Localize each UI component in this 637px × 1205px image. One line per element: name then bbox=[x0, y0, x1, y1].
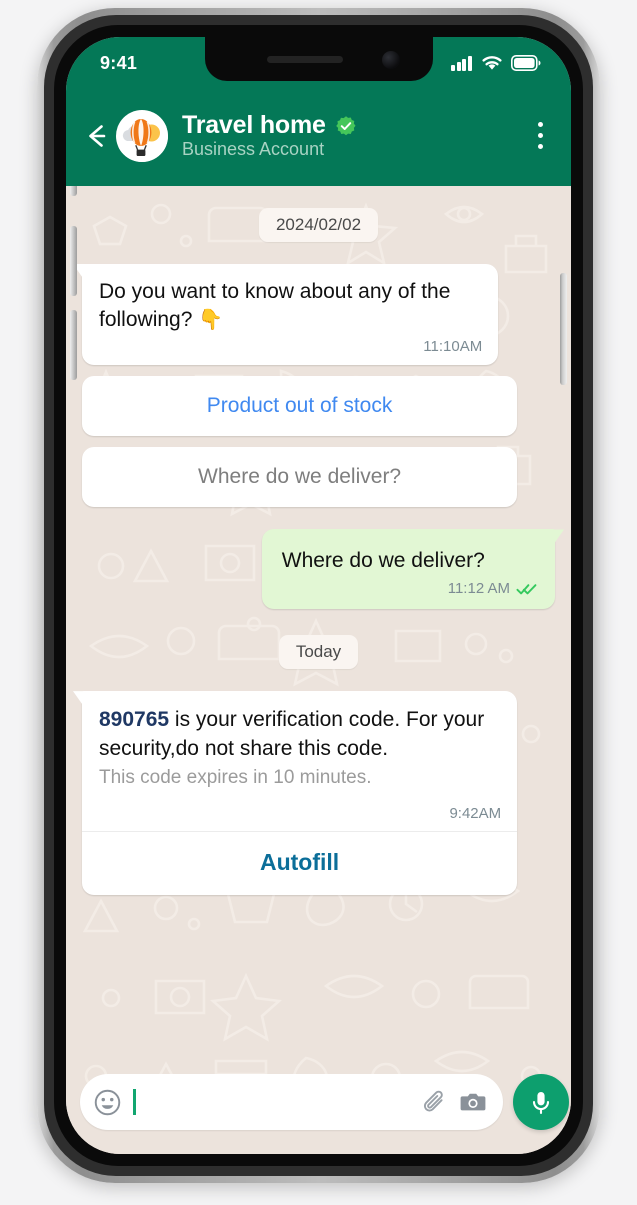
message-input[interactable] bbox=[145, 1074, 411, 1130]
phone-body: 9:41 Travel home Business Account 2024/0… bbox=[44, 15, 593, 1176]
composer-field-wrapper[interactable] bbox=[80, 1074, 503, 1130]
power-button[interactable] bbox=[560, 273, 567, 385]
chat-header: Travel home Business Account bbox=[66, 85, 571, 186]
wifi-icon bbox=[482, 55, 502, 70]
earpiece-speaker bbox=[266, 56, 343, 63]
verification-expiry-text: This code expires in 10 minutes. bbox=[99, 766, 372, 788]
autofill-button[interactable]: Autofill bbox=[82, 832, 517, 895]
text-cursor bbox=[133, 1089, 136, 1115]
page-subtitle: Business Account bbox=[182, 139, 325, 159]
date-separator: 2024/02/02 bbox=[82, 208, 555, 242]
message-bubble-incoming[interactable]: Do you want to know about any of the fol… bbox=[82, 264, 499, 366]
microphone-icon bbox=[532, 1092, 549, 1115]
header-text: Travel home Business Account bbox=[182, 111, 527, 160]
hot-air-balloon-avatar bbox=[116, 109, 168, 162]
date-chip-label: 2024/02/02 bbox=[258, 208, 379, 242]
phone-screen: 9:41 Travel home Business Account 2024/0… bbox=[66, 37, 571, 1154]
verification-main-text: 890765 is your verification code. For yo… bbox=[99, 708, 485, 760]
quick-reply-where-do-we-deliver[interactable]: Where do we deliver? bbox=[82, 447, 518, 508]
page-title: Travel home bbox=[182, 111, 326, 139]
status-time: 9:41 bbox=[100, 52, 138, 73]
message-meta: 11:12 AM bbox=[282, 580, 537, 597]
phone-notch bbox=[204, 37, 433, 81]
verification-time: 9:42AM bbox=[449, 804, 502, 822]
avatar[interactable] bbox=[116, 109, 168, 162]
verification-card-body: 890765 is your verification code. For yo… bbox=[82, 691, 517, 831]
message-meta: 11:10AM bbox=[99, 338, 482, 355]
overflow-menu-icon[interactable] bbox=[527, 122, 553, 149]
message-bubble-outgoing[interactable]: Where do we deliver? 11:12 AM bbox=[261, 529, 555, 610]
front-camera-icon bbox=[381, 51, 400, 69]
quick-reply-product-out-of-stock[interactable]: Product out of stock bbox=[82, 376, 518, 437]
message-text: Do you want to know about any of the fol… bbox=[99, 280, 451, 331]
date-chip-label: Today bbox=[278, 635, 359, 670]
battery-icon bbox=[511, 55, 541, 71]
emoji-smiley-icon[interactable] bbox=[94, 1089, 121, 1116]
quick-reply-row: Where do we deliver? bbox=[82, 447, 555, 508]
header-title-row: Travel home bbox=[182, 111, 527, 140]
back-arrow-icon[interactable] bbox=[80, 119, 114, 153]
chat-body: 2024/02/02 Do you want to know about any… bbox=[66, 186, 571, 1154]
cellular-signal-icon bbox=[451, 55, 473, 71]
message-composer-bar bbox=[66, 1066, 571, 1154]
phone-frame: 9:41 Travel home Business Account 2024/0… bbox=[37, 8, 600, 1183]
pointing-down-emoji-icon: 👇 bbox=[198, 308, 224, 331]
message-row-incoming: Do you want to know about any of the fol… bbox=[82, 264, 555, 366]
quick-reply-row: Product out of stock bbox=[82, 376, 555, 437]
status-icons bbox=[451, 55, 541, 72]
message-time: 11:10AM bbox=[423, 338, 483, 356]
message-list: 2024/02/02 Do you want to know about any… bbox=[66, 186, 571, 1066]
volume-up-button[interactable] bbox=[70, 226, 77, 296]
message-row-outgoing: Where do we deliver? 11:12 AM bbox=[82, 529, 555, 610]
message-text: Where do we deliver? bbox=[281, 549, 485, 573]
date-separator: Today bbox=[82, 635, 555, 670]
paperclip-icon[interactable] bbox=[421, 1088, 449, 1116]
camera-icon[interactable] bbox=[459, 1088, 487, 1116]
verified-badge-icon bbox=[335, 115, 356, 135]
phone-bezel: 9:41 Travel home Business Account 2024/0… bbox=[54, 25, 583, 1166]
message-row-verification: 890765 is your verification code. For yo… bbox=[82, 691, 555, 895]
message-time: 11:12 AM bbox=[447, 580, 510, 598]
verification-code: 890765 bbox=[99, 708, 170, 732]
volume-down-button[interactable] bbox=[70, 310, 77, 380]
voice-record-button[interactable] bbox=[512, 1074, 569, 1130]
double-check-read-icon bbox=[516, 583, 537, 595]
verification-code-card[interactable]: 890765 is your verification code. For yo… bbox=[82, 691, 518, 895]
